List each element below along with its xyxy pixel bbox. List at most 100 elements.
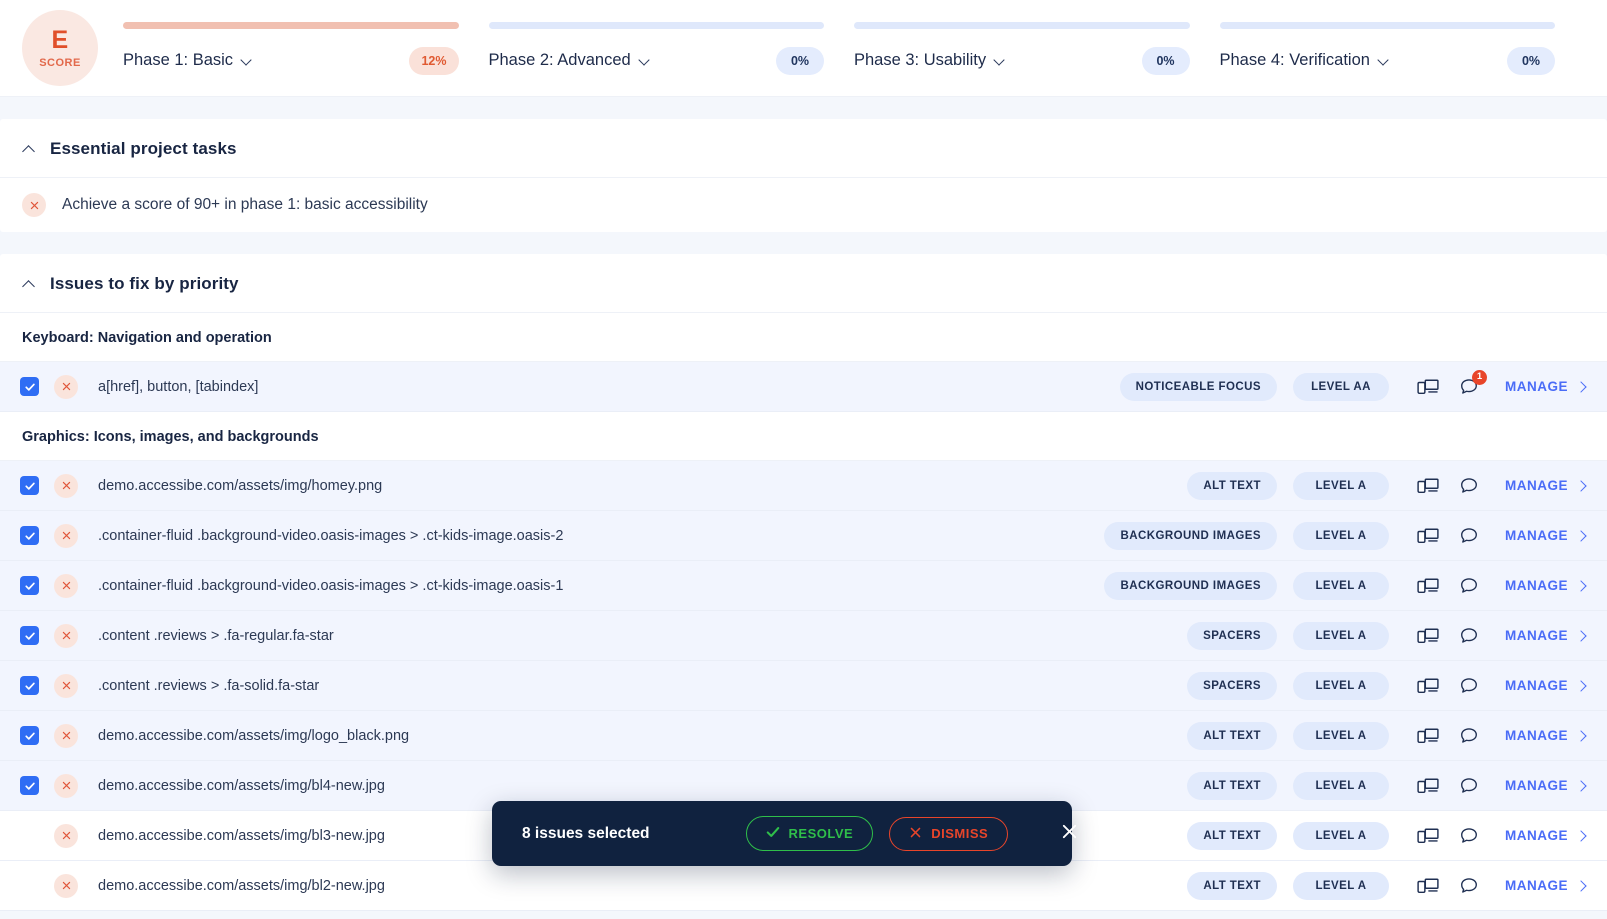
x-icon — [909, 826, 922, 842]
devices-preview-icon[interactable] — [1417, 677, 1439, 695]
devices-preview-icon[interactable] — [1417, 477, 1439, 495]
issue-category-tag: ALT TEXT — [1187, 472, 1277, 500]
essential-tasks-title: Essential project tasks — [50, 139, 237, 159]
manage-issue-button[interactable]: MANAGE — [1505, 578, 1585, 593]
phase-name: Phase 3: Usability — [854, 51, 986, 70]
manage-issue-button[interactable]: MANAGE — [1505, 379, 1585, 394]
issue-row[interactable]: demo.accessibe.com/assets/img/logo_black… — [0, 711, 1607, 761]
devices-preview-icon[interactable] — [1417, 877, 1439, 895]
issue-group-title: Keyboard: Navigation and operation — [0, 313, 1607, 362]
issue-checkbox[interactable] — [20, 377, 39, 396]
phase-3: Phase 3: Usability0% — [854, 22, 1220, 75]
issue-checkbox[interactable] — [20, 676, 39, 695]
issue-checkbox[interactable] — [20, 776, 39, 795]
devices-preview-icon[interactable] — [1417, 777, 1439, 795]
issue-status-slot — [54, 524, 98, 548]
phase-selector[interactable]: Phase 4: Verification — [1220, 51, 1390, 70]
manage-issue-button[interactable]: MANAGE — [1505, 878, 1585, 893]
issue-status-slot — [54, 674, 98, 698]
issue-checkbox[interactable] — [20, 476, 39, 495]
issue-row[interactable]: demo.accessibe.com/assets/img/bl2-new.jp… — [0, 861, 1607, 911]
comment-icon[interactable] — [1459, 576, 1479, 596]
issue-row[interactable]: .content .reviews > .fa-regular.fa-starS… — [0, 611, 1607, 661]
issue-actions — [1417, 726, 1479, 746]
comment-icon[interactable] — [1459, 676, 1479, 696]
essential-tasks-header[interactable]: Essential project tasks — [0, 119, 1607, 178]
issue-selector-label: demo.accessibe.com/assets/img/logo_black… — [98, 728, 1187, 744]
chevron-right-icon — [1577, 482, 1585, 490]
issue-tags: ALT TEXT LEVEL A — [1187, 472, 1389, 500]
chevron-right-icon — [1577, 882, 1585, 890]
manage-issue-button[interactable]: MANAGE — [1505, 728, 1585, 743]
essential-tasks-list: Achieve a score of 90+ in phase 1: basic… — [0, 178, 1607, 232]
issue-status-slot — [54, 874, 98, 898]
phases-header: E SCORE Phase 1: Basic12%Phase 2: Advanc… — [0, 0, 1607, 97]
issue-row[interactable]: .container-fluid .background-video.oasis… — [0, 511, 1607, 561]
devices-preview-icon[interactable] — [1417, 577, 1439, 595]
issue-actions — [1417, 476, 1479, 496]
devices-preview-icon[interactable] — [1417, 527, 1439, 545]
issue-category-tag: BACKGROUND IMAGES — [1104, 572, 1277, 600]
essential-task-row: Achieve a score of 90+ in phase 1: basic… — [0, 178, 1607, 232]
issue-row[interactable]: demo.accessibe.com/assets/img/homey.pngA… — [0, 461, 1607, 511]
comment-icon[interactable] — [1459, 626, 1479, 646]
issue-failed-icon — [54, 574, 78, 598]
manage-issue-button[interactable]: MANAGE — [1505, 778, 1585, 793]
issue-checkbox[interactable] — [20, 726, 39, 745]
comment-icon[interactable] — [1459, 526, 1479, 546]
devices-preview-icon[interactable] — [1417, 378, 1439, 396]
task-label: Achieve a score of 90+ in phase 1: basic… — [62, 196, 428, 214]
manage-label: MANAGE — [1505, 678, 1568, 693]
phase-selector[interactable]: Phase 3: Usability — [854, 51, 1006, 70]
devices-preview-icon[interactable] — [1417, 627, 1439, 645]
manage-issue-button[interactable]: MANAGE — [1505, 528, 1585, 543]
phase-progress-bar — [854, 22, 1190, 29]
comment-icon[interactable] — [1459, 826, 1479, 846]
issue-checkbox[interactable] — [20, 526, 39, 545]
issue-category-tag: SPACERS — [1187, 622, 1277, 650]
phase-selector[interactable]: Phase 2: Advanced — [489, 51, 651, 70]
close-toast-button[interactable] — [1060, 823, 1079, 845]
issue-tags: ALT TEXTLEVEL A — [1187, 872, 1389, 900]
issue-row[interactable]: a[href], button, [tabindex]NOTICEABLE FO… — [0, 362, 1607, 412]
manage-issue-button[interactable]: MANAGE — [1505, 828, 1585, 843]
manage-issue-button[interactable]: MANAGE — [1505, 478, 1585, 493]
issue-row[interactable]: .content .reviews > .fa-solid.fa-starSPA… — [0, 661, 1607, 711]
dismiss-label: DISMISS — [931, 826, 988, 841]
issue-tags: ALT TEXTLEVEL A — [1187, 722, 1389, 750]
chevron-right-icon — [1577, 532, 1585, 540]
manage-issue-button[interactable]: MANAGE — [1505, 678, 1585, 693]
comment-icon[interactable] — [1459, 726, 1479, 746]
issue-selector-label: demo.accessibe.com/assets/img/bl2-new.jp… — [98, 878, 1187, 894]
chevron-up-icon — [22, 144, 36, 154]
chevron-right-icon — [1577, 782, 1585, 790]
selection-toast: 8 issues selected RESOLVE DISMISS — [492, 801, 1072, 866]
issue-level-tag: LEVEL A — [1293, 572, 1389, 600]
app-root: E SCORE Phase 1: Basic12%Phase 2: Advanc… — [0, 0, 1607, 919]
issue-actions — [1417, 776, 1479, 796]
comment-icon[interactable] — [1459, 476, 1479, 496]
issue-status-slot — [54, 774, 98, 798]
issue-checkbox[interactable] — [20, 626, 39, 645]
resolve-button[interactable]: RESOLVE — [746, 816, 874, 851]
comment-icon[interactable]: 1 — [1459, 377, 1479, 397]
comment-count-badge: 1 — [1472, 370, 1487, 385]
issues-header[interactable]: Issues to fix by priority — [0, 254, 1607, 313]
issue-actions — [1417, 826, 1479, 846]
devices-preview-icon[interactable] — [1417, 727, 1439, 745]
phase-percent: 12% — [409, 47, 458, 75]
phase-selector[interactable]: Phase 1: Basic — [123, 51, 253, 70]
issue-row[interactable]: .container-fluid .background-video.oasis… — [0, 561, 1607, 611]
issue-category-tag: ALT TEXT — [1187, 822, 1277, 850]
manage-label: MANAGE — [1505, 379, 1568, 394]
issue-failed-icon — [54, 824, 78, 848]
manage-issue-button[interactable]: MANAGE — [1505, 628, 1585, 643]
dismiss-button[interactable]: DISMISS — [889, 817, 1008, 851]
comment-icon[interactable] — [1459, 776, 1479, 796]
devices-preview-icon[interactable] — [1417, 827, 1439, 845]
phase-name: Phase 1: Basic — [123, 51, 233, 70]
issue-category-tag: ALT TEXT — [1187, 872, 1277, 900]
issue-checkbox[interactable] — [20, 576, 39, 595]
comment-icon[interactable] — [1459, 876, 1479, 896]
issue-level-tag: LEVEL A — [1293, 472, 1389, 500]
